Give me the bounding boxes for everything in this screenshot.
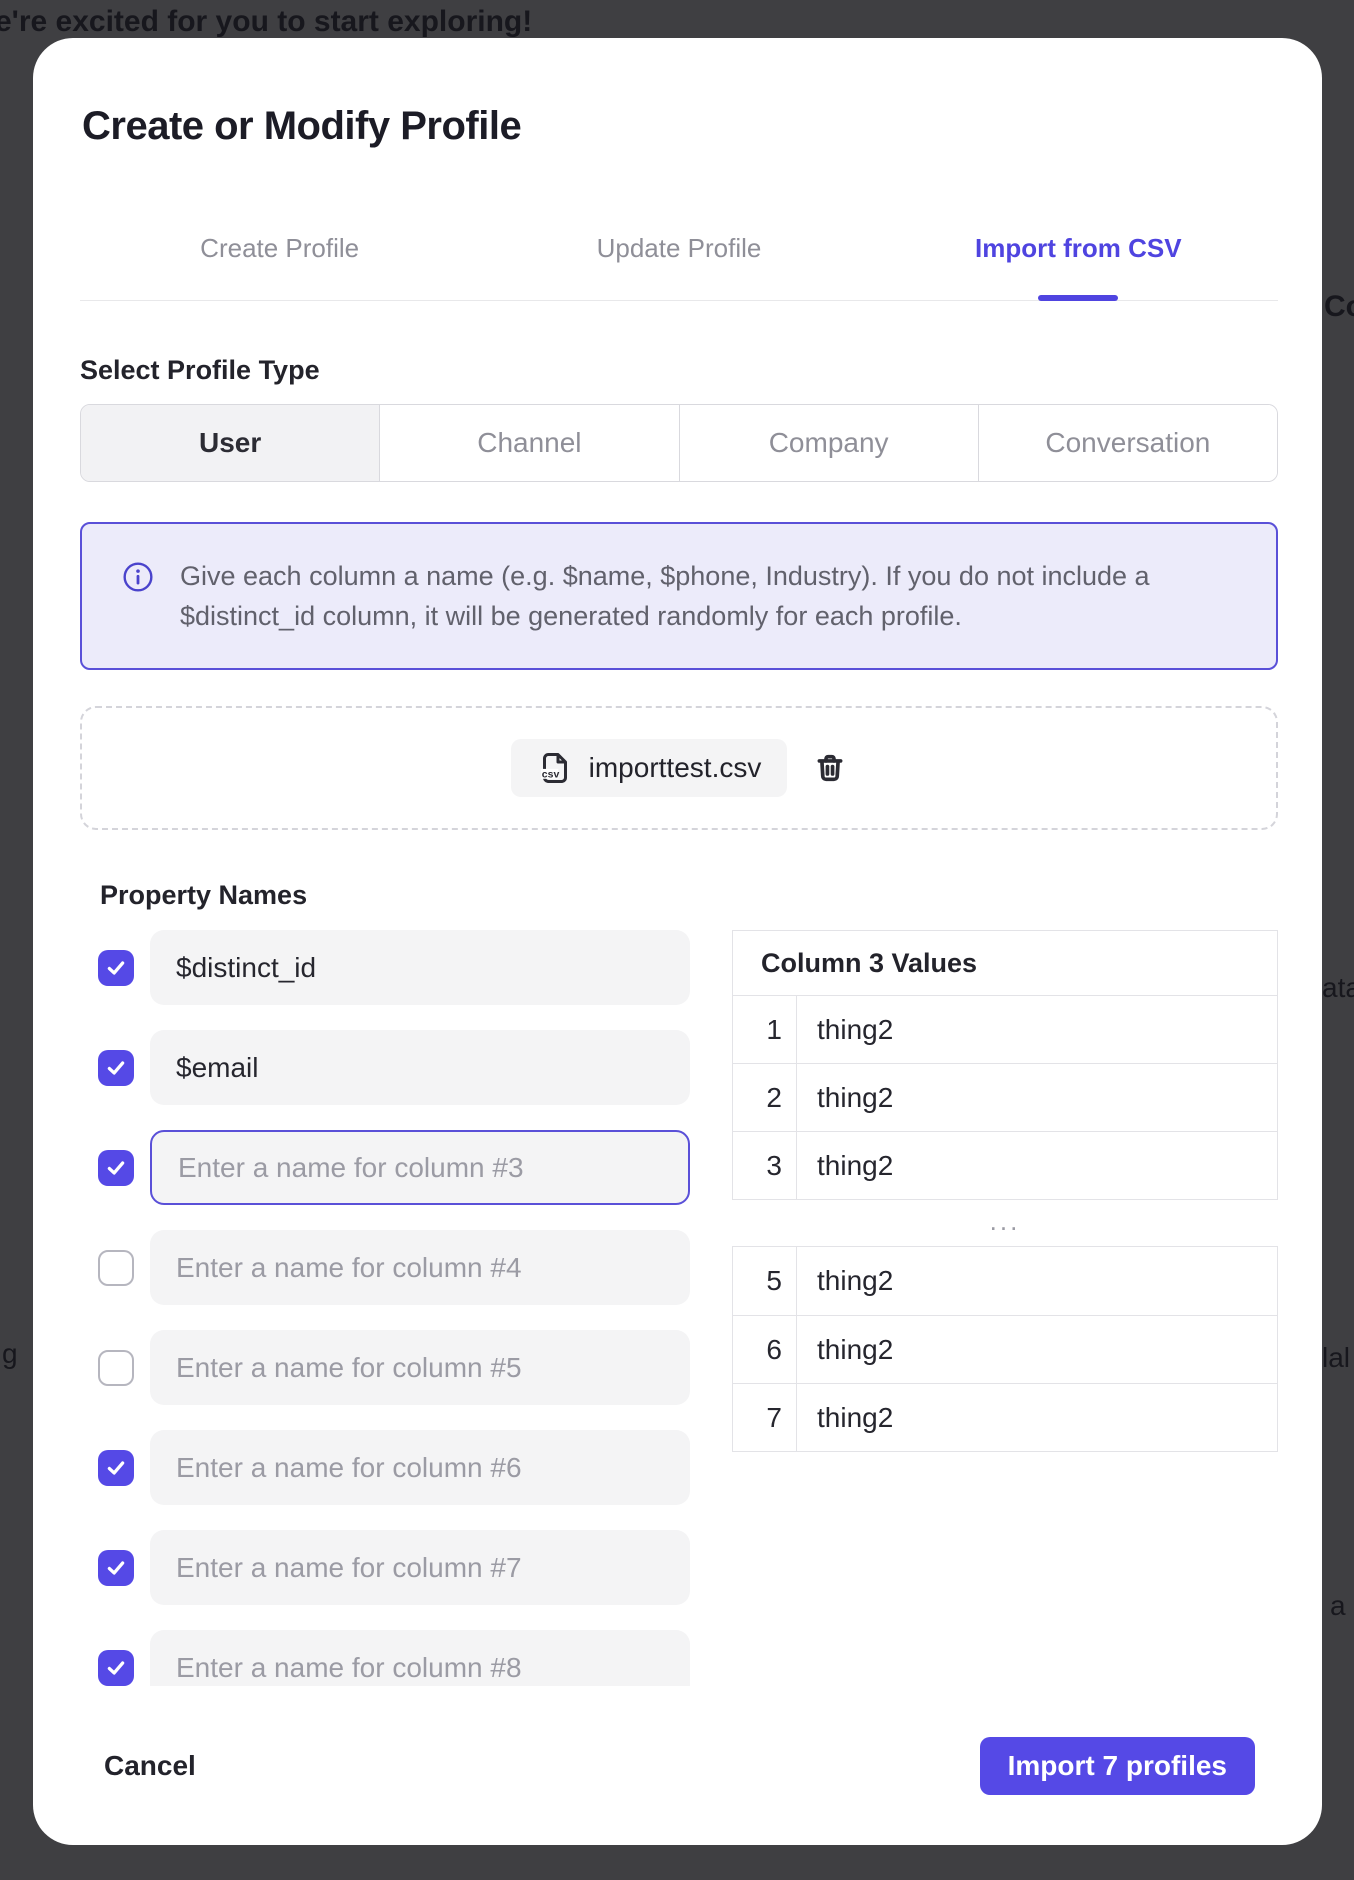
column-8-name-input[interactable] bbox=[150, 1630, 690, 1686]
svg-text:csv: csv bbox=[541, 768, 559, 780]
preview-table-header: Column 3 Values bbox=[733, 931, 1277, 995]
table-row: 5 thing2 bbox=[733, 1247, 1277, 1315]
property-row-3 bbox=[98, 1130, 690, 1205]
column-5-checkbox[interactable] bbox=[98, 1350, 134, 1386]
tab-create-profile[interactable]: Create Profile bbox=[80, 233, 479, 300]
check-icon bbox=[105, 1557, 127, 1579]
select-profile-type-label: Select Profile Type bbox=[80, 353, 1278, 387]
property-name-list bbox=[98, 930, 690, 1686]
remove-file-button[interactable] bbox=[813, 751, 847, 785]
csv-upload-dropzone[interactable]: csv importtest.csv bbox=[80, 706, 1278, 830]
row-number: 2 bbox=[733, 1064, 797, 1131]
property-row-4 bbox=[98, 1230, 690, 1305]
property-row-8 bbox=[98, 1630, 690, 1686]
column-2-name-input[interactable] bbox=[150, 1030, 690, 1105]
row-value: thing2 bbox=[797, 1316, 1277, 1383]
tab-label: Create Profile bbox=[200, 233, 359, 264]
uploaded-file-name: importtest.csv bbox=[589, 752, 762, 784]
check-icon bbox=[105, 1457, 127, 1479]
column-6-name-input[interactable] bbox=[150, 1430, 690, 1505]
background-fragment: ata bbox=[1322, 972, 1354, 1004]
profile-type-channel[interactable]: Channel bbox=[379, 405, 678, 481]
profile-type-conversation[interactable]: Conversation bbox=[978, 405, 1277, 481]
row-number: 3 bbox=[733, 1132, 797, 1199]
background-banner-text: e're excited for you to start exploring! bbox=[0, 5, 532, 39]
profile-type-segmented-control: User Channel Company Conversation bbox=[80, 404, 1278, 482]
table-row: 6 thing2 bbox=[733, 1315, 1277, 1383]
background-fragment: lal bbox=[1322, 1342, 1350, 1374]
profile-type-user[interactable]: User bbox=[81, 405, 379, 481]
background-fragment: g bbox=[2, 1338, 18, 1370]
table-row: 1 thing2 bbox=[733, 995, 1277, 1063]
dialog-footer: Cancel Import 7 profiles bbox=[104, 1737, 1255, 1795]
info-icon bbox=[122, 561, 154, 598]
check-icon bbox=[105, 957, 127, 979]
column-1-name-input[interactable] bbox=[150, 930, 690, 1005]
preview-table-bottom: 5 thing2 6 thing2 7 thing2 bbox=[732, 1246, 1278, 1452]
column-3-name-input[interactable] bbox=[150, 1130, 690, 1205]
column-values-preview: Column 3 Values 1 thing2 2 thing2 3 thin… bbox=[732, 930, 1278, 1686]
check-icon bbox=[105, 1057, 127, 1079]
table-row: 3 thing2 bbox=[733, 1131, 1277, 1199]
dialog-title: Create or Modify Profile bbox=[82, 102, 1278, 150]
column-7-checkbox[interactable] bbox=[98, 1550, 134, 1586]
rows-ellipsis: ... bbox=[732, 1200, 1278, 1246]
row-value: thing2 bbox=[797, 1064, 1277, 1131]
mapping-area: Column 3 Values 1 thing2 2 thing2 3 thin… bbox=[80, 930, 1278, 1686]
table-row: 7 thing2 bbox=[733, 1383, 1277, 1451]
column-6-checkbox[interactable] bbox=[98, 1450, 134, 1486]
check-icon bbox=[105, 1157, 127, 1179]
column-4-name-input[interactable] bbox=[150, 1230, 690, 1305]
row-number: 6 bbox=[733, 1316, 797, 1383]
tab-label: Update Profile bbox=[597, 233, 762, 264]
tab-label: Import from CSV bbox=[975, 233, 1182, 264]
preview-table-top: Column 3 Values 1 thing2 2 thing2 3 thin… bbox=[732, 930, 1278, 1200]
property-row-7 bbox=[98, 1530, 690, 1605]
cancel-button[interactable]: Cancel bbox=[104, 1750, 196, 1782]
active-tab-underline bbox=[1038, 295, 1118, 301]
tab-import-from-csv[interactable]: Import from CSV bbox=[879, 233, 1278, 300]
background-fragment: a bbox=[1330, 1590, 1346, 1622]
import-profiles-button[interactable]: Import 7 profiles bbox=[980, 1737, 1255, 1795]
info-banner-text: Give each column a name (e.g. $name, $ph… bbox=[180, 556, 1190, 636]
profile-type-company[interactable]: Company bbox=[679, 405, 978, 481]
row-value: thing2 bbox=[797, 1132, 1277, 1199]
property-row-6 bbox=[98, 1430, 690, 1505]
create-or-modify-profile-dialog: Create or Modify Profile Create Profile … bbox=[33, 38, 1322, 1845]
column-8-checkbox[interactable] bbox=[98, 1650, 134, 1686]
column-7-name-input[interactable] bbox=[150, 1530, 690, 1605]
tab-update-profile[interactable]: Update Profile bbox=[479, 233, 878, 300]
row-value: thing2 bbox=[797, 996, 1277, 1063]
row-number: 1 bbox=[733, 996, 797, 1063]
dialog-tabs: Create Profile Update Profile Import fro… bbox=[80, 150, 1278, 301]
property-names-heading: Property Names bbox=[100, 878, 1278, 912]
column-5-name-input[interactable] bbox=[150, 1330, 690, 1405]
row-number: 5 bbox=[733, 1247, 797, 1315]
property-row-2 bbox=[98, 1030, 690, 1105]
trash-icon bbox=[813, 751, 847, 785]
row-value: thing2 bbox=[797, 1247, 1277, 1315]
column-2-checkbox[interactable] bbox=[98, 1050, 134, 1086]
property-row-1 bbox=[98, 930, 690, 1005]
row-value: thing2 bbox=[797, 1384, 1277, 1451]
column-1-checkbox[interactable] bbox=[98, 950, 134, 986]
table-row: 2 thing2 bbox=[733, 1063, 1277, 1131]
column-3-checkbox[interactable] bbox=[98, 1150, 134, 1186]
column-4-checkbox[interactable] bbox=[98, 1250, 134, 1286]
row-number: 7 bbox=[733, 1384, 797, 1451]
property-row-5 bbox=[98, 1330, 690, 1405]
check-icon bbox=[105, 1657, 127, 1679]
uploaded-file-chip[interactable]: csv importtest.csv bbox=[511, 739, 788, 797]
csv-file-icon: csv bbox=[537, 750, 573, 786]
background-fragment: Col bbox=[1324, 290, 1354, 324]
column-naming-info-banner: Give each column a name (e.g. $name, $ph… bbox=[80, 522, 1278, 670]
